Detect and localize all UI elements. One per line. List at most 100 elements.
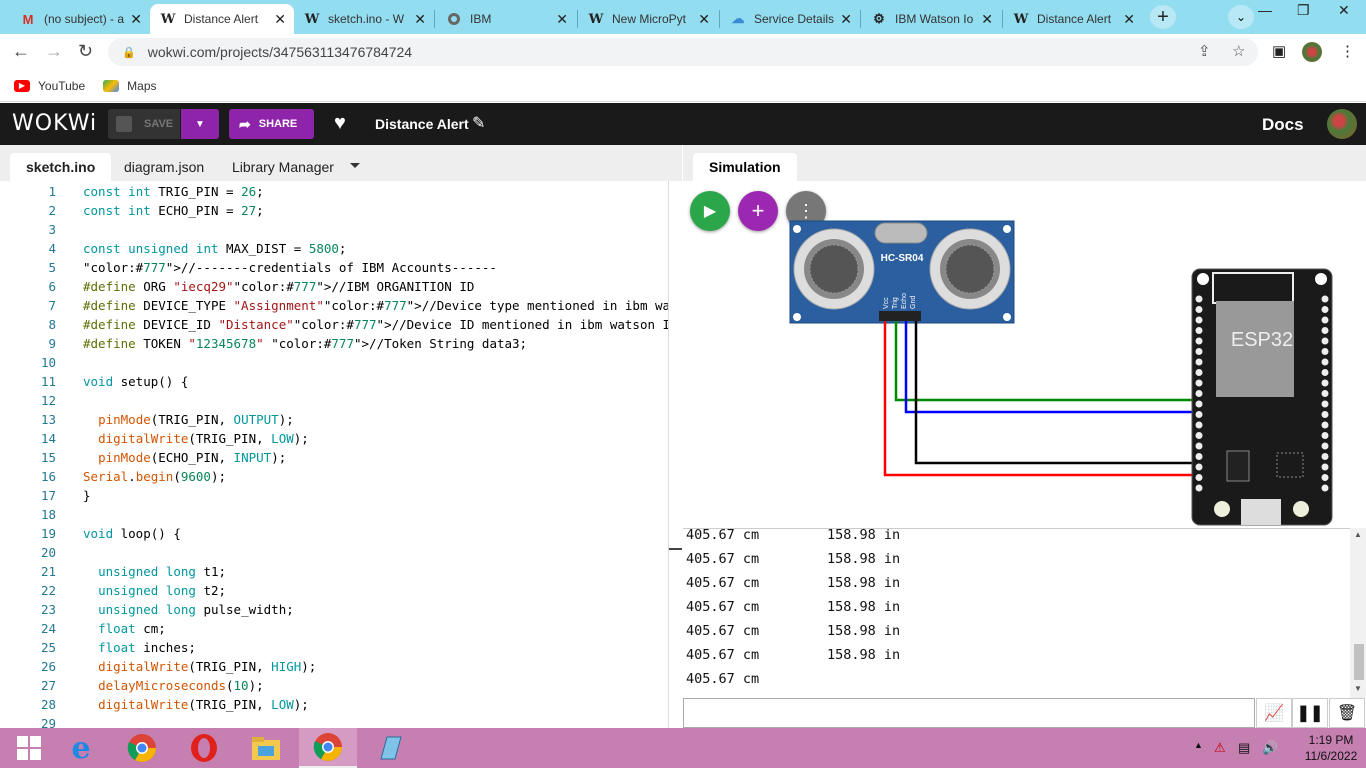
esp32-pin[interactable] bbox=[1321, 421, 1329, 429]
close-icon[interactable]: ✕ bbox=[130, 11, 142, 28]
esp32-pin[interactable] bbox=[1195, 463, 1203, 471]
wokwi-logo[interactable]: WOKWi bbox=[12, 111, 97, 136]
code-line[interactable]: 2 const int ECHO_PIN = 27; bbox=[0, 201, 668, 220]
code-line[interactable]: 18 bbox=[0, 505, 668, 524]
esp32-pin[interactable] bbox=[1195, 400, 1203, 408]
esp32-pin[interactable] bbox=[1195, 379, 1203, 387]
esp32-pin[interactable] bbox=[1195, 474, 1203, 481]
code-line[interactable]: 6 #define ORG "iecq29""color:#777">//IBM … bbox=[0, 277, 668, 296]
esp32-board[interactable]: ESP32 bbox=[1191, 268, 1333, 526]
serial-input-field[interactable] bbox=[683, 698, 1255, 728]
taskbar-chrome[interactable] bbox=[113, 728, 171, 768]
esp32-pin[interactable] bbox=[1195, 348, 1203, 355]
code-line[interactable]: 20 bbox=[0, 543, 668, 562]
browser-tab-micropython[interactable]: W New MicroPyt ✕ bbox=[578, 4, 718, 34]
simulation-canvas[interactable]: ▶ + ⋮ HC-SR04 Vcc Trig Echo Gnd ESP32 bbox=[683, 181, 1366, 528]
esp32-pin[interactable] bbox=[1321, 358, 1329, 366]
bookmark-youtube[interactable]: ▶ YouTube bbox=[14, 79, 85, 93]
scroll-thumb[interactable] bbox=[1354, 644, 1364, 680]
code-line[interactable]: 12 bbox=[0, 391, 668, 410]
docs-link[interactable]: Docs bbox=[1262, 115, 1304, 135]
esp32-pin[interactable] bbox=[1321, 442, 1329, 450]
window-close-icon[interactable]: ✕ bbox=[1338, 2, 1350, 19]
clear-button[interactable]: 🗑 bbox=[1329, 698, 1365, 728]
save-dropdown-button[interactable]: ▼ bbox=[181, 109, 219, 139]
browser-tab-distance-alert[interactable]: W Distance Alert ✕ bbox=[150, 4, 294, 34]
taskbar-opera[interactable] bbox=[175, 728, 233, 768]
code-line[interactable]: 14 digitalWrite(TRIG_PIN, LOW); bbox=[0, 429, 668, 448]
esp32-pin[interactable] bbox=[1195, 442, 1203, 450]
code-line[interactable]: 16 Serial.begin(9600); bbox=[0, 467, 668, 486]
esp32-pin[interactable] bbox=[1321, 327, 1329, 334]
esp32-pin[interactable] bbox=[1321, 453, 1329, 460]
tab-search-button[interactable]: ⌄ bbox=[1228, 5, 1254, 29]
esp32-pin[interactable] bbox=[1321, 484, 1329, 492]
code-editor[interactable]: 1 const int TRIG_PIN = 26; 2 const int ECHO… bbox=[0, 181, 682, 728]
code-line[interactable]: 24 float cm; bbox=[0, 619, 668, 638]
start-button[interactable] bbox=[0, 728, 58, 768]
close-icon[interactable]: ✕ bbox=[556, 11, 568, 28]
esp32-pin[interactable] bbox=[1195, 390, 1203, 397]
esp32-pin[interactable] bbox=[1321, 432, 1329, 439]
bookmark-maps[interactable]: Maps bbox=[103, 79, 157, 93]
code-line[interactable]: 19 void loop() { bbox=[0, 524, 668, 543]
code-line[interactable]: 23 unsigned long pulse_width; bbox=[0, 600, 668, 619]
code-line[interactable]: 22 unsigned long t2; bbox=[0, 581, 668, 600]
close-icon[interactable]: ✕ bbox=[274, 11, 286, 28]
new-tab-button[interactable]: + bbox=[1150, 5, 1176, 29]
tray-expand-icon[interactable]: ▲ bbox=[1194, 740, 1203, 750]
esp32-pin[interactable] bbox=[1195, 484, 1203, 492]
browser-tab-ibm-watson[interactable]: ⚙ IBM Watson Io ✕ bbox=[861, 4, 1001, 34]
esp32-pin[interactable] bbox=[1321, 295, 1329, 303]
plotter-button[interactable]: 📈 bbox=[1256, 698, 1292, 728]
scroll-up-icon[interactable]: ▲ bbox=[1354, 530, 1362, 539]
bookmark-star-icon[interactable]: ☆ bbox=[1232, 42, 1245, 60]
close-icon[interactable]: ✕ bbox=[1123, 11, 1135, 28]
esp32-pin[interactable] bbox=[1195, 411, 1203, 418]
esp32-pin[interactable] bbox=[1321, 348, 1329, 355]
back-icon[interactable]: ← bbox=[12, 41, 30, 62]
taskbar-notepad[interactable] bbox=[361, 728, 419, 768]
taskbar-chrome-active[interactable] bbox=[299, 728, 357, 768]
code-line[interactable]: 28 digitalWrite(TRIG_PIN, LOW); bbox=[0, 695, 668, 714]
code-line[interactable]: 29 bbox=[0, 714, 668, 728]
esp32-pin[interactable] bbox=[1321, 337, 1329, 345]
tab-simulation[interactable]: Simulation bbox=[693, 153, 797, 181]
code-line[interactable]: 3 bbox=[0, 220, 668, 239]
esp32-pin[interactable] bbox=[1321, 306, 1329, 313]
code-line[interactable]: 21 unsigned long t1; bbox=[0, 562, 668, 581]
code-line[interactable]: 1 const int TRIG_PIN = 26; bbox=[0, 182, 668, 201]
code-line[interactable]: 17} bbox=[0, 486, 668, 505]
esp32-pin[interactable] bbox=[1195, 327, 1203, 334]
tab-diagram-json[interactable]: diagram.json bbox=[108, 153, 220, 181]
user-avatar[interactable] bbox=[1327, 109, 1357, 139]
hc-sr04-sensor[interactable]: HC-SR04 Vcc Trig Echo Gnd bbox=[789, 220, 1015, 324]
browser-tab-service-details[interactable]: ☁ Service Details ✕ bbox=[720, 4, 860, 34]
system-clock[interactable]: 1:19 PM 11/6/2022 bbox=[1296, 732, 1366, 764]
taskbar-file-explorer[interactable] bbox=[237, 728, 295, 768]
browser-tab-gmail[interactable]: M (no subject) - a ✕ bbox=[10, 4, 150, 34]
code-line[interactable]: 7 #define DEVICE_TYPE "Assignment""color:… bbox=[0, 296, 682, 315]
esp32-pin[interactable] bbox=[1321, 369, 1329, 376]
browser-tab-distance-alert-2[interactable]: W Distance Alert ✕ bbox=[1003, 4, 1143, 34]
code-line[interactable]: 4 const unsigned int MAX_DIST = 5800; bbox=[0, 239, 668, 258]
reload-icon[interactable]: ↻ bbox=[78, 41, 93, 62]
scroll-down-icon[interactable]: ▼ bbox=[1354, 684, 1362, 693]
code-line[interactable]: 25 float inches; bbox=[0, 638, 668, 657]
tab-menu-caret-icon[interactable] bbox=[350, 163, 360, 168]
esp32-pin[interactable] bbox=[1195, 358, 1203, 366]
project-title[interactable]: Distance Alert bbox=[375, 116, 469, 132]
esp32-pin[interactable] bbox=[1321, 411, 1329, 418]
volume-icon[interactable]: 🔊 bbox=[1262, 740, 1278, 756]
pause-button[interactable]: ❚❚ bbox=[1292, 698, 1328, 728]
profile-avatar[interactable] bbox=[1302, 42, 1322, 62]
esp32-pin[interactable] bbox=[1195, 316, 1203, 324]
network-warning-icon[interactable]: ⚠ bbox=[1214, 740, 1226, 756]
code-line[interactable]: 9 #define TOKEN "12345678" "color:#777">/… bbox=[0, 334, 668, 353]
esp32-pin[interactable] bbox=[1321, 400, 1329, 408]
close-icon[interactable]: ✕ bbox=[414, 11, 426, 28]
code-line[interactable]: 11 void setup() { bbox=[0, 372, 668, 391]
esp32-pin[interactable] bbox=[1195, 306, 1203, 313]
esp32-pin[interactable] bbox=[1321, 379, 1329, 387]
esp32-pin[interactable] bbox=[1195, 432, 1203, 439]
